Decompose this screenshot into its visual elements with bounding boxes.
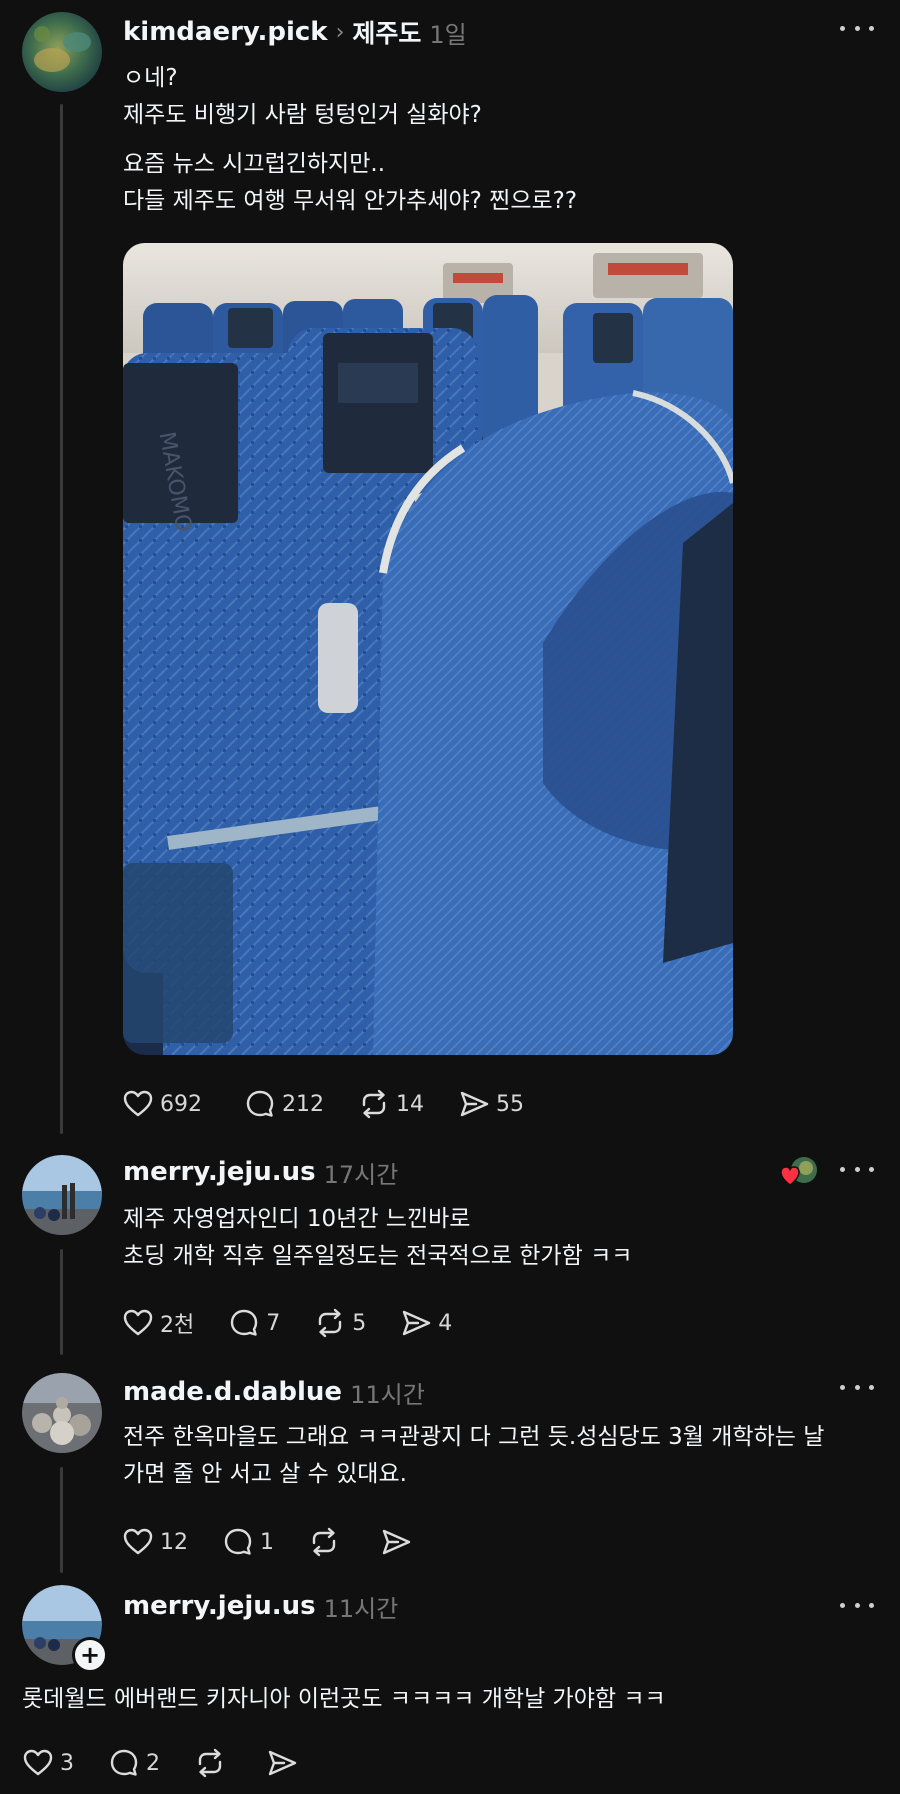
- repost-icon: [358, 1088, 390, 1120]
- reply-text: 전주 한옥마을도 그래요 ㅋㅋ관광지 다 그런 듯.성심당도 3월 개학하는 날…: [123, 1419, 880, 1493]
- username[interactable]: made.d.dablue: [123, 1377, 342, 1407]
- comment-bubble-icon: [222, 1526, 254, 1558]
- repost-icon: [194, 1747, 226, 1779]
- post-line: ㅇ네?: [123, 65, 178, 91]
- reply-line: 초딩 개학 직후 일주일정도는 전국적으로 한가함 ㅋㅋ: [123, 1243, 633, 1269]
- repost-button[interactable]: 14: [358, 1088, 424, 1120]
- timestamp: 1일: [429, 20, 467, 49]
- repost-icon: [308, 1526, 340, 1558]
- avatar[interactable]: [22, 12, 102, 92]
- avatar[interactable]: +: [22, 1585, 108, 1673]
- comment-count: 7: [266, 1310, 281, 1336]
- timestamp: 17시간: [323, 1160, 399, 1189]
- reply-header: merry.jeju.us 11시간: [123, 1588, 398, 1624]
- liked-by-author-badge: [780, 1155, 820, 1189]
- repost-count: 14: [396, 1091, 424, 1117]
- repost-button[interactable]: [308, 1526, 346, 1558]
- post-photo[interactable]: MAKOMO: [123, 243, 733, 1055]
- reply: merry.jeju.us 17시간 제주 자영업자인디 10년간 느낀바로 초…: [0, 1135, 900, 1355]
- heart-icon: [122, 1307, 154, 1339]
- more-options-icon[interactable]: [840, 18, 874, 38]
- comment-bubble-icon: [108, 1747, 140, 1779]
- post-actions: 692 212 14 55: [122, 1084, 558, 1124]
- thread-line: [60, 1249, 63, 1355]
- reply-header: merry.jeju.us 17시간: [123, 1154, 398, 1190]
- comment-count: 1: [260, 1529, 274, 1555]
- like-button[interactable]: 12: [122, 1526, 188, 1558]
- reply: made.d.dablue 11시간 전주 한옥마을도 그래요 ㅋㅋ관광지 다 …: [0, 1355, 900, 1575]
- follow-plus-button[interactable]: +: [72, 1637, 108, 1673]
- share-send-icon: [380, 1526, 412, 1558]
- repost-count: 5: [352, 1310, 367, 1336]
- like-count: 12: [160, 1529, 188, 1555]
- post-line: 다들 제주도 여행 무서워 안가추세야? 찐으로??: [123, 188, 578, 214]
- reply-actions: 3 2: [22, 1743, 338, 1783]
- comment-button[interactable]: 2: [108, 1747, 160, 1779]
- share-button[interactable]: 4: [400, 1307, 452, 1339]
- reply-text: 롯데월드 에버랜드 키자니아 이런곳도 ㅋㅋㅋㅋ 개학날 가야함 ㅋㅋ: [22, 1681, 880, 1718]
- repost-button[interactable]: [194, 1747, 232, 1779]
- username[interactable]: merry.jeju.us: [123, 1591, 316, 1621]
- reply-text: 제주 자영업자인디 10년간 느낀바로 초딩 개학 직후 일주일정도는 전국적으…: [123, 1201, 880, 1275]
- username[interactable]: merry.jeju.us: [123, 1157, 316, 1187]
- comment-button[interactable]: 212: [244, 1088, 324, 1120]
- reply-actions: 12 1: [122, 1522, 452, 1562]
- timestamp: 11시간: [350, 1380, 425, 1409]
- comment-bubble-icon: [228, 1307, 260, 1339]
- like-button[interactable]: 2천: [122, 1307, 194, 1339]
- like-count: 2천: [160, 1313, 195, 1338]
- comment-bubble-icon: [244, 1088, 276, 1120]
- heart-icon: [122, 1526, 154, 1558]
- post-header: kimdaery.pick › 제주도 1일: [123, 14, 467, 50]
- post-line: 요즘 뉴스 시끄럽긴하지만..: [123, 151, 386, 177]
- topic-tag[interactable]: 제주도: [352, 14, 421, 50]
- thread-line: [60, 1467, 63, 1573]
- like-count: 692: [160, 1091, 202, 1117]
- avatar[interactable]: [22, 1373, 102, 1453]
- comment-button[interactable]: 1: [222, 1526, 274, 1558]
- comment-count: 2: [146, 1750, 160, 1776]
- comment-button[interactable]: 7: [228, 1307, 280, 1339]
- share-count: 55: [496, 1091, 524, 1117]
- airplane-cabin-image: MAKOMO: [123, 243, 733, 1055]
- heart-icon: [122, 1088, 154, 1120]
- reply-header: made.d.dablue 11시간: [123, 1374, 425, 1410]
- avatar[interactable]: [22, 1155, 102, 1235]
- share-button[interactable]: [266, 1747, 304, 1779]
- post-text: ㅇ네? 제주도 비행기 사람 텅텅인거 실화야? 요즘 뉴스 시끄럽긴하지만..…: [123, 60, 880, 220]
- reply-line: 제주 자영업자인디 10년간 느낀바로: [123, 1206, 471, 1232]
- share-button[interactable]: 55: [458, 1088, 524, 1120]
- like-count: 3: [60, 1750, 74, 1776]
- share-send-icon: [266, 1747, 298, 1779]
- post-line: 제주도 비행기 사람 텅텅인거 실화야?: [123, 102, 482, 128]
- more-options-icon[interactable]: [840, 1159, 874, 1179]
- share-count: 4: [438, 1310, 453, 1336]
- thread-line: [60, 104, 63, 1134]
- reply-line: 롯데월드 에버랜드 키자니아 이런곳도 ㅋㅋㅋㅋ 개학날 가야함 ㅋㅋ: [22, 1686, 666, 1712]
- timestamp: 11시간: [323, 1594, 399, 1623]
- like-button[interactable]: 692: [122, 1088, 202, 1120]
- share-send-icon: [400, 1307, 432, 1339]
- reply-line: 전주 한옥마을도 그래요 ㅋㅋ관광지 다 그런 듯.성심당도 3월 개학하는 날: [123, 1424, 825, 1450]
- more-options-icon[interactable]: [840, 1595, 874, 1615]
- reply-actions: 2천 7 5 4: [122, 1303, 486, 1343]
- username[interactable]: kimdaery.pick: [123, 17, 328, 47]
- share-send-icon: [458, 1088, 490, 1120]
- main-post: kimdaery.pick › 제주도 1일 ㅇ네? 제주도 비행기 사람 텅텅…: [0, 0, 900, 1135]
- plus-icon: +: [79, 1641, 101, 1669]
- heart-icon: [22, 1747, 54, 1779]
- repost-icon: [314, 1307, 346, 1339]
- reply: + merry.jeju.us 11시간 롯데월드 에버랜드 키자니아 이런곳도…: [0, 1575, 900, 1794]
- chevron-right-icon: ›: [335, 19, 345, 45]
- repost-button[interactable]: 5: [314, 1307, 366, 1339]
- reply-line: 가면 줄 안 서고 살 수 있대요.: [123, 1461, 407, 1487]
- comment-count: 212: [282, 1091, 324, 1117]
- like-button[interactable]: 3: [22, 1747, 74, 1779]
- more-options-icon[interactable]: [840, 1377, 874, 1397]
- share-button[interactable]: [380, 1526, 418, 1558]
